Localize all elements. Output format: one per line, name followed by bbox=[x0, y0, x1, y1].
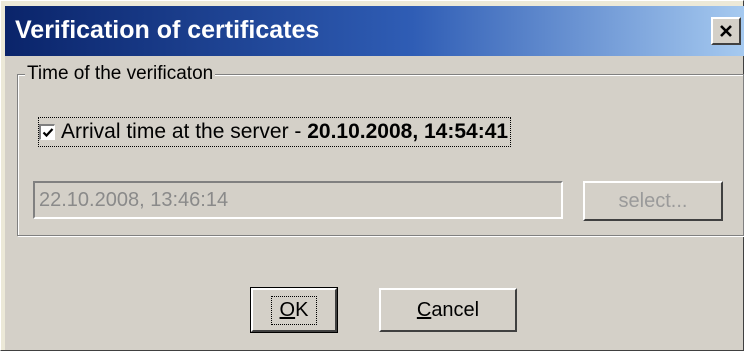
select-date-button[interactable]: select... bbox=[583, 181, 723, 221]
cancel-label-rest: ancel bbox=[431, 298, 480, 321]
arrival-time-checkbox-row[interactable]: Arrival time at the server - 20.10.2008,… bbox=[37, 117, 512, 147]
close-icon bbox=[720, 25, 732, 37]
ok-mnemonic: O bbox=[279, 298, 296, 321]
arrival-time-value: 20.10.2008, 14:54:41 bbox=[307, 120, 509, 143]
cancel-button-label: Cancel bbox=[417, 299, 479, 322]
window-title: Verification of certificates bbox=[15, 16, 320, 44]
checkmark-icon bbox=[42, 127, 53, 137]
ok-button[interactable]: OK bbox=[250, 287, 338, 333]
ok-button-label: OK bbox=[270, 295, 318, 325]
title-bar[interactable]: Verification of certificates bbox=[5, 6, 744, 56]
cancel-mnemonic: C bbox=[416, 298, 432, 321]
arrival-time-checkbox[interactable] bbox=[39, 124, 55, 140]
close-button[interactable] bbox=[711, 17, 741, 45]
ok-label-rest: K bbox=[295, 298, 309, 321]
dialog-window: Verification of certificates Time of the… bbox=[0, 0, 744, 351]
cancel-button[interactable]: Cancel bbox=[379, 288, 517, 332]
group-legend: Time of the verificaton bbox=[25, 62, 216, 86]
arrival-time-label: Arrival time at the server - 20.10.2008,… bbox=[61, 120, 508, 144]
verification-date-field[interactable]: 22.10.2008, 13:46:14 bbox=[33, 181, 563, 219]
arrival-time-label-prefix: Arrival time at the server - bbox=[61, 120, 308, 143]
dialog-body: Time of the verificaton Arrival time at … bbox=[5, 56, 744, 350]
